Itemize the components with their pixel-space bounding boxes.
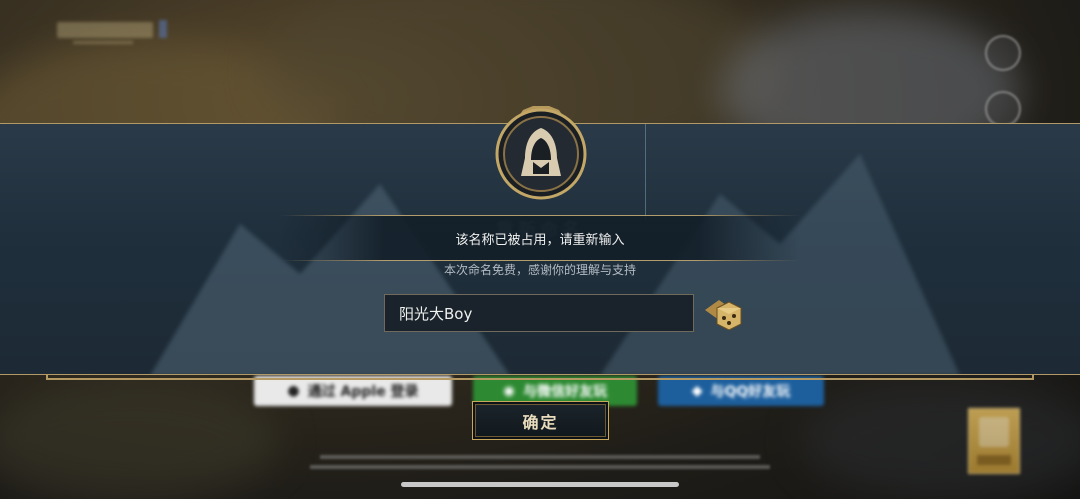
wechat-icon: ◉ [502,383,516,399]
qq-login-label: 与QQ好友玩 [710,384,791,400]
qq-login-button[interactable]: ◆ 与QQ好友玩 [658,376,824,406]
game-logo [55,18,180,54]
apple-login-button[interactable]: ● 通过 Apple 登录 [254,376,452,406]
bg-scenery [800,380,1080,499]
wechat-login-label: 与微信好友玩 [523,384,608,400]
game-logo-mark [57,20,167,44]
toast-message: 该名称已被占用，请重新输入 [455,232,625,248]
age-rating-mark [977,417,1011,465]
error-toast: 该名称已被占用，请重新输入 [280,215,800,261]
apple-icon: ● [287,383,300,399]
version-text [805,8,1020,22]
age-rating-badge [968,408,1020,474]
qq-icon: ◆ [691,383,703,399]
legal-footer [300,452,780,474]
random-name-button[interactable] [703,296,743,331]
game-screen: ● 通过 Apple 登录 ◉ 与微信好友玩 ◆ 与QQ好友玩 重新命名 [0,0,1080,499]
tools-icon[interactable] [985,91,1021,127]
hooded-assassin-icon [493,104,589,200]
dice-icon [705,300,742,331]
name-input[interactable] [384,294,694,332]
light-ray [645,124,646,220]
bg-scenery [0,380,280,499]
settings-icon[interactable] [985,35,1021,71]
dialog-subtitle: 本次命名免费，感谢你的理解与支持 [443,263,636,277]
confirm-button[interactable]: 确定 [472,401,609,440]
home-indicator[interactable] [401,482,679,487]
apple-login-label: 通过 Apple 登录 [307,384,419,400]
legal-text-lines [310,455,770,469]
confirm-label: 确定 [522,412,559,432]
